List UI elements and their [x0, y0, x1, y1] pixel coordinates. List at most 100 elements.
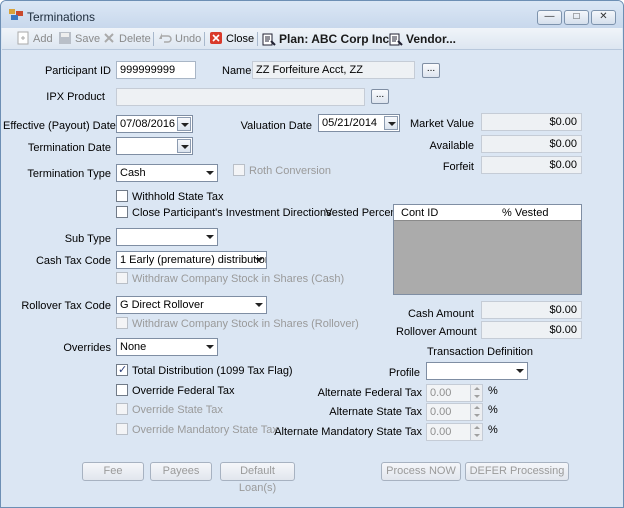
overrides-select[interactable]: None: [116, 338, 218, 356]
calendar-dropdown-icon[interactable]: [177, 117, 191, 131]
rollover-tax-code-label: Rollover Tax Code: [21, 300, 111, 312]
name-lookup-button[interactable]: ...: [422, 63, 440, 78]
transaction-definition-heading: Transaction Definition: [427, 346, 533, 358]
calendar-dropdown-icon[interactable]: [177, 139, 191, 153]
profile-select[interactable]: [426, 362, 528, 380]
payees-button[interactable]: Payees: [150, 462, 212, 481]
ipx-lookup-button[interactable]: ...: [371, 89, 389, 104]
valuation-date-label: Valuation Date: [240, 120, 312, 132]
ellipsis-icon: ...: [426, 63, 436, 74]
toolbar: Add Save Delete Undo Close Plan: ABC Cor…: [2, 28, 622, 50]
plan-button[interactable]: Plan: ABC Corp Inc: [262, 31, 389, 47]
checkbox-box: [116, 384, 128, 396]
roth-conversion-checkbox[interactable]: Roth Conversion: [233, 164, 331, 178]
app-icon: [9, 9, 23, 20]
spin-up-icon[interactable]: [470, 385, 482, 393]
termination-date-label: Termination Date: [27, 142, 111, 154]
chevron-down-icon: [255, 303, 263, 307]
undo-icon: [159, 33, 172, 43]
alt-mandatory-state-tax-label: Alternate Mandatory State Tax: [274, 426, 422, 438]
spin-up-icon[interactable]: [470, 424, 482, 432]
defer-processing-button[interactable]: DEFER Processing: [465, 462, 569, 481]
cash-amount-label: Cash Amount: [407, 308, 474, 320]
withdraw-stock-rollover-checkbox[interactable]: Withdraw Company Stock in Shares (Rollov…: [116, 317, 359, 331]
undo-button[interactable]: Undo: [158, 31, 201, 47]
fee-button[interactable]: Fee: [82, 462, 144, 481]
close-window-button[interactable]: ✕: [591, 10, 616, 25]
minimize-button[interactable]: —: [537, 10, 562, 25]
overrides-label: Overrides: [63, 342, 111, 354]
save-icon: [59, 32, 71, 44]
override-state-tax-checkbox[interactable]: Override State Tax: [116, 403, 223, 417]
valuation-date-picker[interactable]: 05/21/2014: [318, 114, 400, 132]
default-loans-button[interactable]: Default Loan(s): [220, 462, 295, 494]
termination-type-label: Termination Type: [27, 168, 111, 180]
calendar-dropdown-icon[interactable]: [384, 116, 398, 130]
override-federal-tax-checkbox[interactable]: Override Federal Tax: [116, 384, 235, 398]
alt-federal-tax-spinner[interactable]: 0.00: [426, 384, 483, 402]
terminations-window: Terminations — □ ✕ Add Save Delete Undo …: [0, 0, 624, 508]
forfeit-field: $0.00: [481, 156, 582, 174]
profile-label: Profile: [388, 367, 420, 379]
close-icon: ✕: [599, 11, 608, 22]
checkbox-box-checked: [116, 363, 128, 377]
save-button[interactable]: Save: [58, 31, 100, 47]
percent-sign: %: [488, 424, 498, 436]
sub-type-label: Sub Type: [64, 233, 111, 245]
ellipsis-icon: ...: [375, 89, 385, 100]
grid-col-cont-id[interactable]: Cont ID: [401, 207, 438, 219]
alt-mandatory-state-tax-spinner[interactable]: 0.00: [426, 423, 483, 441]
termination-date-picker[interactable]: [116, 137, 193, 155]
chevron-down-icon: [206, 345, 214, 349]
maximize-button[interactable]: □: [564, 10, 589, 25]
vested-percent-grid[interactable]: Cont ID % Vested: [393, 204, 582, 295]
checkbox-box: [116, 206, 128, 218]
spin-down-icon[interactable]: [470, 393, 482, 401]
cash-tax-code-select[interactable]: 1 Early (premature) distribution: [116, 251, 267, 269]
close-button[interactable]: Close: [209, 31, 254, 47]
chevron-down-icon: [206, 171, 214, 175]
effective-date-label: Effective (Payout) Date: [3, 120, 116, 132]
checkbox-box: [116, 403, 128, 415]
withdraw-stock-cash-checkbox[interactable]: Withdraw Company Stock in Shares (Cash): [116, 272, 344, 286]
total-distribution-checkbox[interactable]: Total Distribution (1099 Tax Flag): [116, 363, 293, 378]
percent-sign: %: [488, 404, 498, 416]
withhold-state-tax-checkbox[interactable]: Withhold State Tax: [116, 190, 224, 204]
participant-id-label: Participant ID: [44, 65, 111, 77]
minimize-icon: —: [544, 11, 555, 22]
toolbar-separator: [204, 32, 205, 46]
grid-header: Cont ID % Vested: [394, 205, 581, 221]
name-label: Name: [222, 65, 252, 77]
ipx-product-label: IPX Product: [46, 91, 105, 103]
vendor-button[interactable]: Vendor...: [389, 31, 456, 47]
spin-down-icon[interactable]: [470, 412, 482, 420]
toolbar-separator: [153, 32, 154, 46]
vested-percent-label: Vested Percent: [325, 207, 400, 219]
close-investment-directions-checkbox[interactable]: Close Participant's Investment Direction…: [116, 206, 332, 220]
cash-tax-code-label: Cash Tax Code: [35, 255, 111, 267]
ipx-product-field: [116, 88, 365, 106]
participant-id-field[interactable]: 999999999: [116, 61, 196, 79]
effective-date-picker[interactable]: 07/08/2016: [116, 115, 193, 133]
process-now-button[interactable]: Process NOW: [381, 462, 461, 481]
override-mandatory-state-tax-checkbox[interactable]: Override Mandatory State Tax: [116, 423, 278, 437]
close-red-icon: [210, 32, 222, 44]
add-icon: [17, 31, 29, 45]
spin-down-icon[interactable]: [470, 432, 482, 440]
window-title: Terminations: [27, 10, 96, 24]
spin-up-icon[interactable]: [470, 404, 482, 412]
market-value-label: Market Value: [410, 118, 474, 130]
termination-type-select[interactable]: Cash: [116, 164, 218, 182]
sub-type-select[interactable]: [116, 228, 218, 246]
checkbox-box: [116, 190, 128, 202]
grid-col-vested[interactable]: % Vested: [502, 207, 548, 219]
rollover-tax-code-select[interactable]: G Direct Rollover: [116, 296, 267, 314]
checkbox-box: [233, 164, 245, 176]
available-label: Available: [429, 140, 474, 152]
add-button[interactable]: Add: [16, 31, 53, 47]
chevron-down-icon: [255, 258, 263, 262]
delete-button[interactable]: Delete: [102, 31, 151, 47]
maximize-icon: □: [573, 11, 580, 22]
alt-state-tax-label: Alternate State Tax: [329, 406, 422, 418]
alt-state-tax-spinner[interactable]: 0.00: [426, 403, 483, 421]
